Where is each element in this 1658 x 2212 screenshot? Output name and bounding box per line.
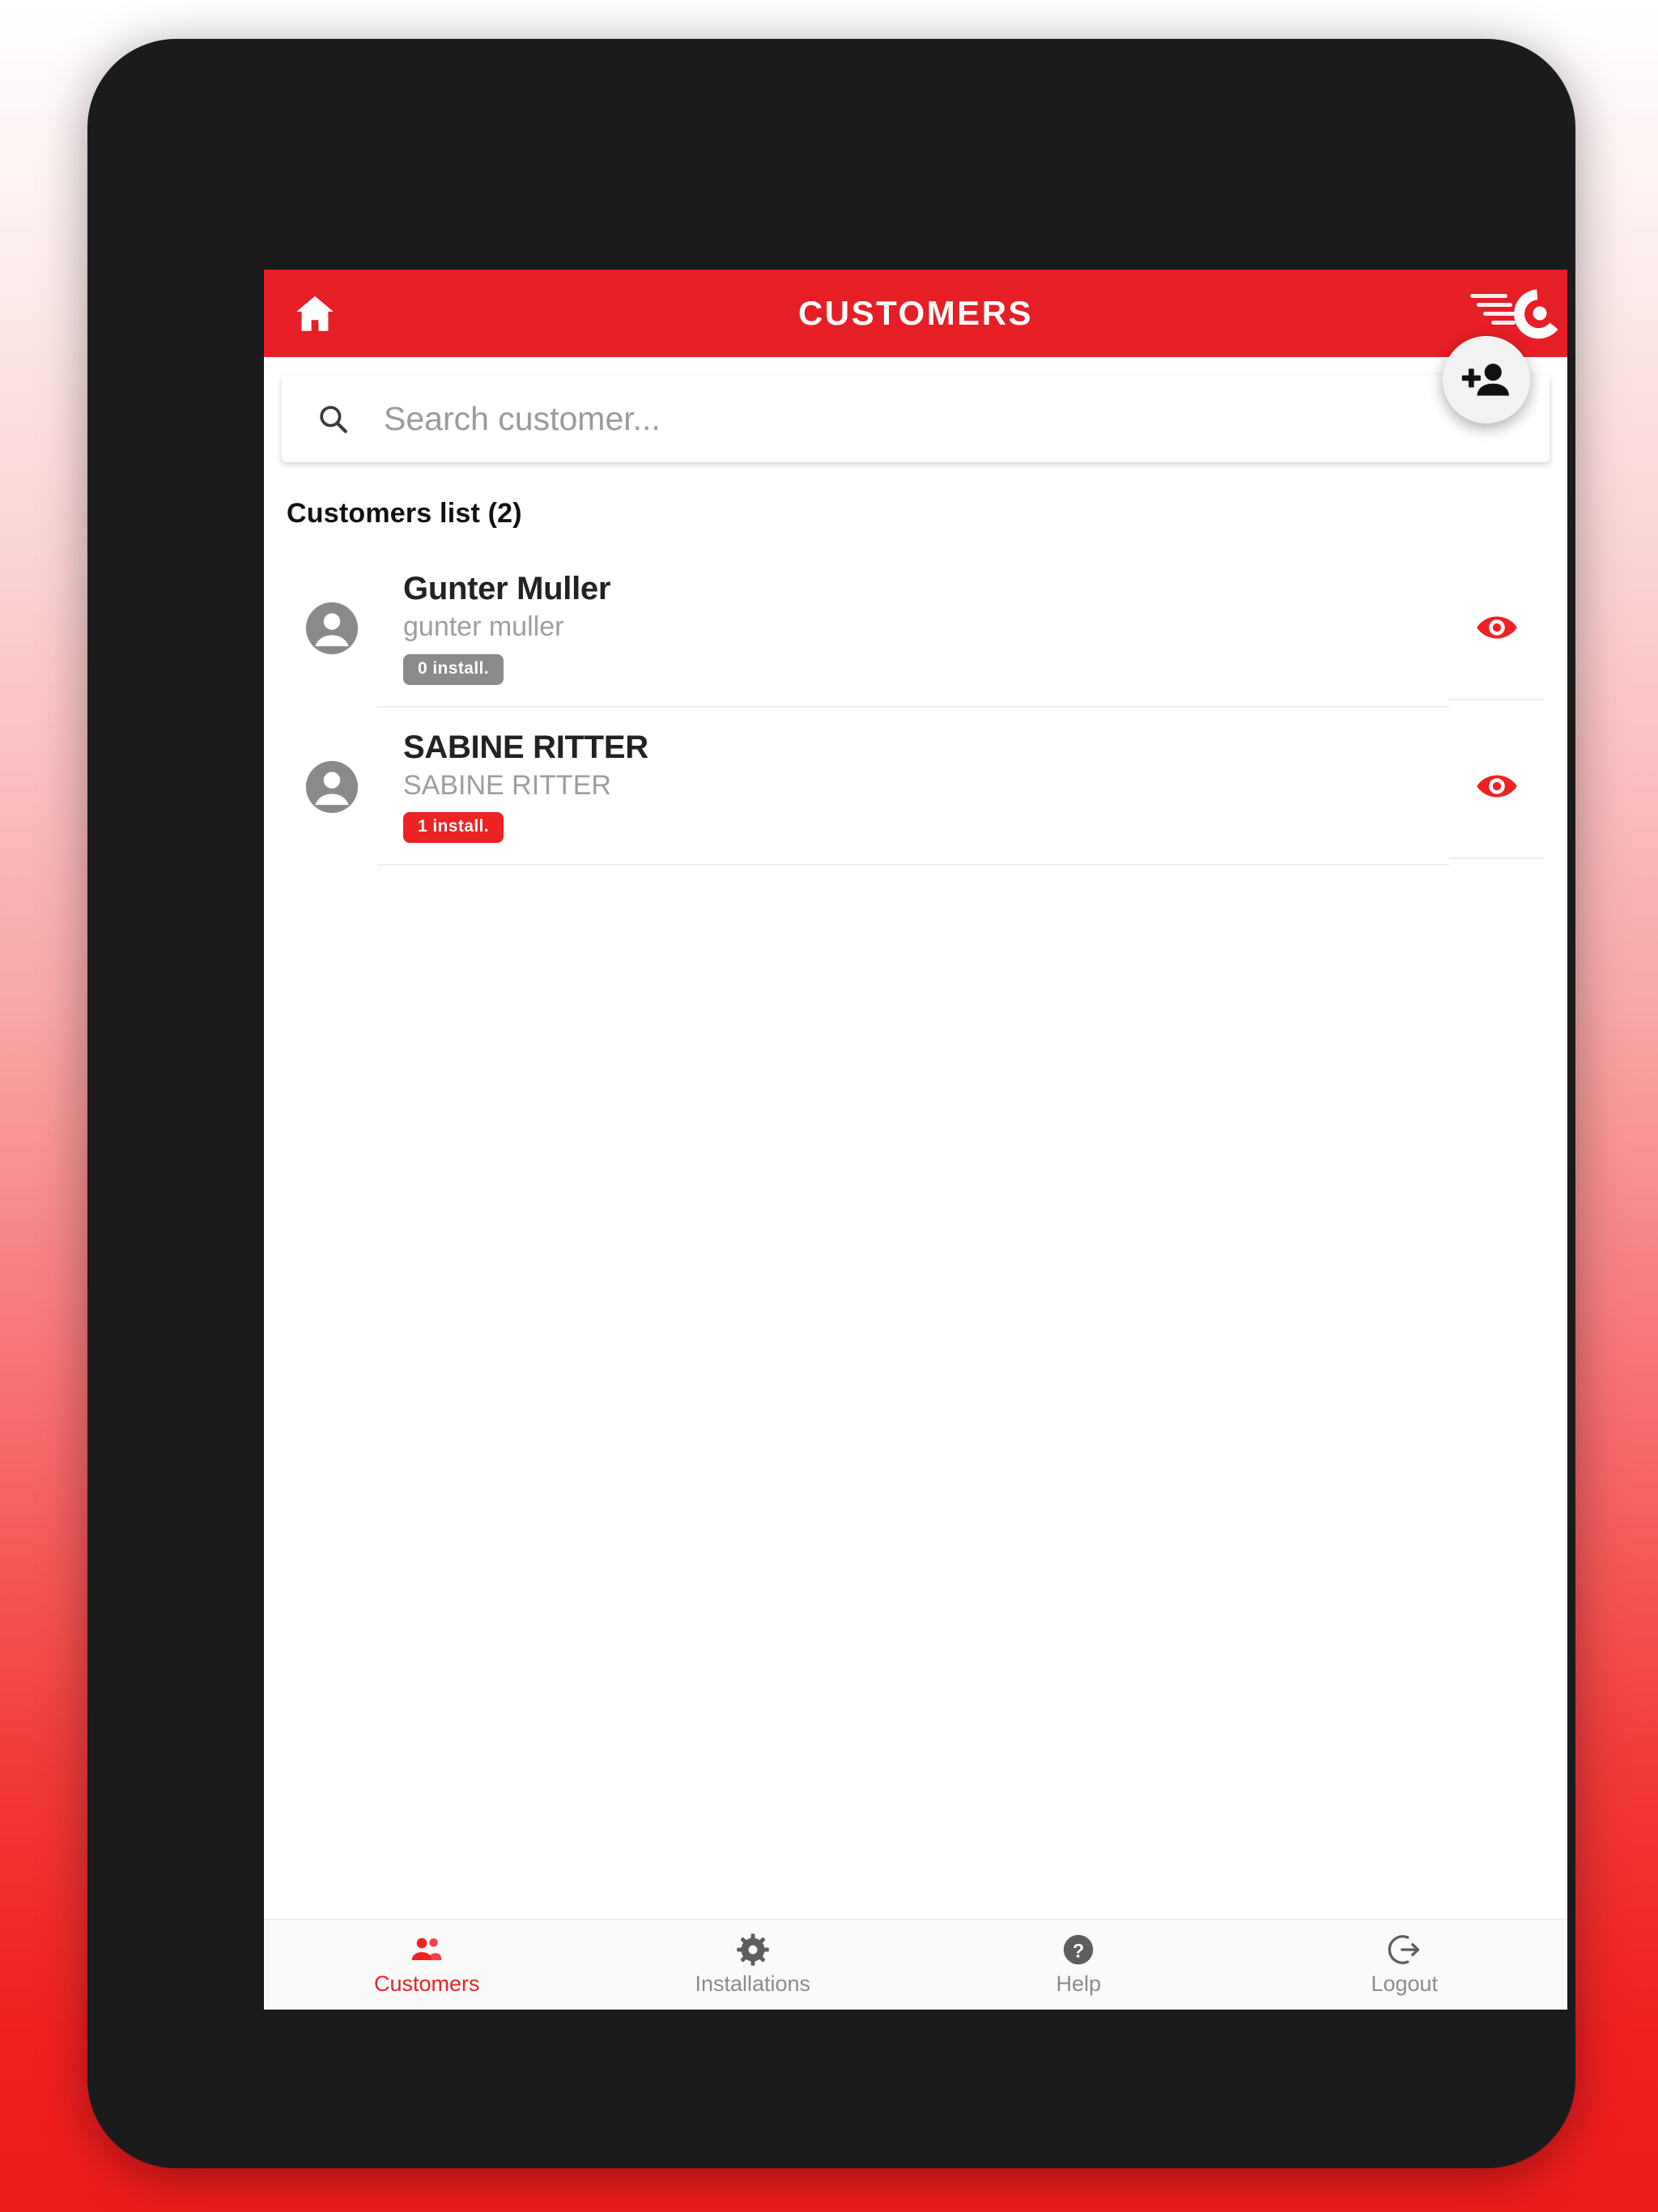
svg-text:?: ? bbox=[1073, 1940, 1085, 1962]
nav-label: Customers bbox=[373, 1972, 480, 1996]
search-icon bbox=[320, 406, 347, 433]
customers-list: Gunter Muller gunter muller 0 install. S… bbox=[264, 549, 1567, 866]
home-icon bbox=[296, 296, 334, 331]
view-customer-button[interactable] bbox=[1449, 556, 1545, 700]
customer-name: SABINE RITTER bbox=[403, 729, 648, 765]
nav-item-help[interactable]: ? Help bbox=[916, 1920, 1242, 2010]
view-customer-button[interactable] bbox=[1449, 715, 1545, 859]
gear-icon bbox=[736, 1933, 769, 1966]
nav-item-installations[interactable]: Installations bbox=[590, 1920, 916, 2010]
search-input[interactable] bbox=[384, 399, 1516, 438]
nav-label: Logout bbox=[1371, 1972, 1439, 1996]
bottom-navigation: Customers Installations ? Help Logout bbox=[264, 1919, 1567, 2010]
table-row[interactable]: Gunter Muller gunter muller 0 install. bbox=[264, 549, 1567, 708]
table-row[interactable]: SABINE RITTER SABINE RITTER 1 install. bbox=[264, 707, 1567, 866]
page-title: CUSTOMERS bbox=[797, 294, 1034, 332]
app-screen: CUSTOMERS Search customer... Customers l… bbox=[264, 270, 1567, 2010]
customers-list-header: Customers list (2) bbox=[287, 498, 522, 529]
status-badge: 1 install. bbox=[403, 812, 504, 844]
home-button[interactable] bbox=[287, 285, 343, 342]
help-icon: ? bbox=[1064, 1934, 1094, 1965]
nav-label: Help bbox=[1056, 1972, 1102, 1996]
nav-item-customers[interactable]: Customers bbox=[264, 1920, 590, 2010]
nav-label: Installations bbox=[695, 1972, 811, 1996]
app-bar: CUSTOMERS bbox=[264, 270, 1567, 357]
account-circle-icon bbox=[305, 760, 359, 813]
search-bar[interactable] bbox=[282, 375, 1550, 462]
eye-icon bbox=[1477, 616, 1517, 639]
logout-icon bbox=[1388, 1935, 1419, 1964]
avatar bbox=[287, 600, 377, 657]
person-add-icon bbox=[1461, 364, 1509, 396]
row-content: SABINE RITTER SABINE RITTER 1 install. bbox=[377, 708, 1449, 866]
eye-icon bbox=[1477, 774, 1517, 798]
account-circle-icon bbox=[305, 602, 359, 654]
add-customer-fab[interactable] bbox=[1443, 336, 1530, 423]
row-content: Gunter Muller gunter muller 0 install. bbox=[377, 549, 1449, 708]
customer-subtitle: SABINE RITTER bbox=[403, 769, 611, 801]
nav-item-logout[interactable]: Logout bbox=[1242, 1920, 1568, 2010]
status-badge: 0 install. bbox=[403, 653, 504, 685]
avatar bbox=[287, 759, 377, 815]
customer-subtitle: gunter muller bbox=[403, 611, 564, 643]
customer-name: Gunter Muller bbox=[403, 571, 611, 606]
search-section bbox=[264, 357, 1567, 462]
people-icon bbox=[412, 1938, 442, 1960]
device-frame: CUSTOMERS Search customer... Customers l… bbox=[87, 39, 1575, 2168]
